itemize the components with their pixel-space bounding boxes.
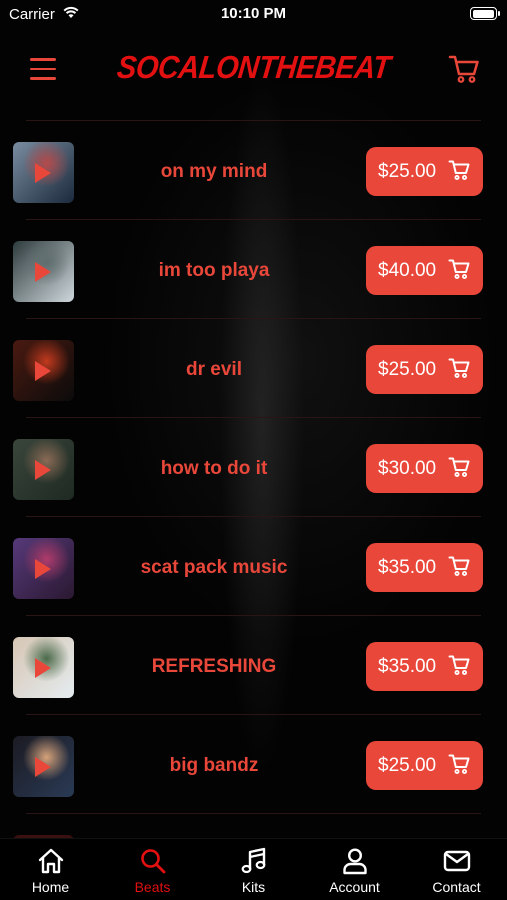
list-item[interactable]: REFRESHING $35.00	[0, 616, 507, 715]
user-icon	[342, 848, 367, 875]
beat-price: $35.00	[378, 557, 437, 578]
tab-home[interactable]: Home	[0, 839, 101, 900]
beat-price: $30.00	[378, 458, 437, 479]
cart-icon	[448, 655, 470, 675]
tab-contact[interactable]: Contact	[406, 839, 507, 900]
beat-title: big bandz	[169, 755, 259, 776]
tab-label: Home	[31, 879, 70, 895]
beat-artwork[interactable]	[13, 241, 74, 302]
play-icon	[35, 559, 51, 579]
beat-title: how to do it	[160, 458, 268, 479]
add-to-cart-button[interactable]: $35.00	[366, 543, 483, 592]
music-note-icon	[241, 847, 265, 874]
beat-title: REFRESHING	[151, 656, 277, 677]
beat-title: on my mind	[160, 161, 268, 182]
beats-list[interactable]: on my mind $25.00 im too playa $40.00 dr evi…	[0, 120, 507, 838]
tab-bar: Home Beats Kits Account Contact	[0, 838, 507, 900]
list-item[interactable]: how to do it $30.00	[0, 418, 507, 517]
list-item[interactable]: im too playa $40.00	[0, 220, 507, 319]
home-icon	[38, 848, 63, 874]
cart-icon	[448, 160, 470, 180]
mail-icon	[443, 850, 470, 872]
play-icon	[35, 163, 51, 183]
beat-artwork[interactable]	[13, 340, 74, 401]
beat-title: im too playa	[158, 260, 270, 281]
play-icon	[35, 361, 51, 381]
list-item-partial	[0, 814, 507, 838]
beat-title: dr evil	[186, 359, 242, 380]
brand-logo: SOCALONTHEBEAT	[115, 50, 392, 86]
tab-account[interactable]: Account	[304, 839, 405, 900]
add-to-cart-button[interactable]: $40.00	[366, 246, 483, 295]
add-to-cart-button[interactable]: $30.00	[366, 444, 483, 493]
list-item[interactable]: on my mind $25.00	[0, 121, 507, 220]
play-icon	[35, 460, 51, 480]
cart-icon[interactable]	[448, 54, 480, 84]
beat-price: $25.00	[378, 359, 437, 380]
beat-title: scat pack music	[140, 557, 288, 578]
add-to-cart-button[interactable]: $25.00	[366, 345, 483, 394]
beat-price: $40.00	[378, 260, 437, 281]
list-item[interactable]: big bandz $25.00	[0, 715, 507, 814]
beat-price: $25.00	[378, 755, 437, 776]
beat-artwork[interactable]	[13, 439, 74, 500]
beat-price: $35.00	[378, 656, 437, 677]
tab-label: Beats	[134, 879, 171, 895]
status-bar: Carrier 10:10 PM	[0, 0, 507, 28]
play-icon	[35, 757, 51, 777]
cart-icon	[448, 556, 470, 576]
beat-artwork[interactable]	[13, 538, 74, 599]
beat-artwork[interactable]	[13, 142, 74, 203]
beat-artwork[interactable]	[13, 736, 74, 797]
beat-artwork[interactable]	[13, 637, 74, 698]
tab-label: Contact	[432, 879, 481, 895]
battery-icon	[470, 7, 500, 20]
tab-beats[interactable]: Beats	[102, 839, 203, 900]
beat-price: $25.00	[378, 161, 437, 182]
add-to-cart-button[interactable]: $35.00	[366, 642, 483, 691]
cart-icon	[448, 457, 470, 477]
search-icon	[140, 849, 165, 874]
tab-label: Account	[329, 879, 380, 895]
list-item[interactable]: scat pack music $35.00	[0, 517, 507, 616]
play-icon	[35, 658, 51, 678]
tab-label: Kits	[241, 879, 266, 895]
play-icon	[35, 262, 51, 282]
cart-icon	[448, 754, 470, 774]
add-to-cart-button[interactable]: $25.00	[366, 147, 483, 196]
tab-kits[interactable]: Kits	[203, 839, 304, 900]
add-to-cart-button[interactable]: $25.00	[366, 741, 483, 790]
app-header: SOCALONTHEBEAT	[0, 40, 507, 102]
list-item[interactable]: dr evil $25.00	[0, 319, 507, 418]
cart-icon	[448, 358, 470, 378]
cart-icon	[448, 259, 470, 279]
clock: 10:10 PM	[220, 5, 287, 22]
